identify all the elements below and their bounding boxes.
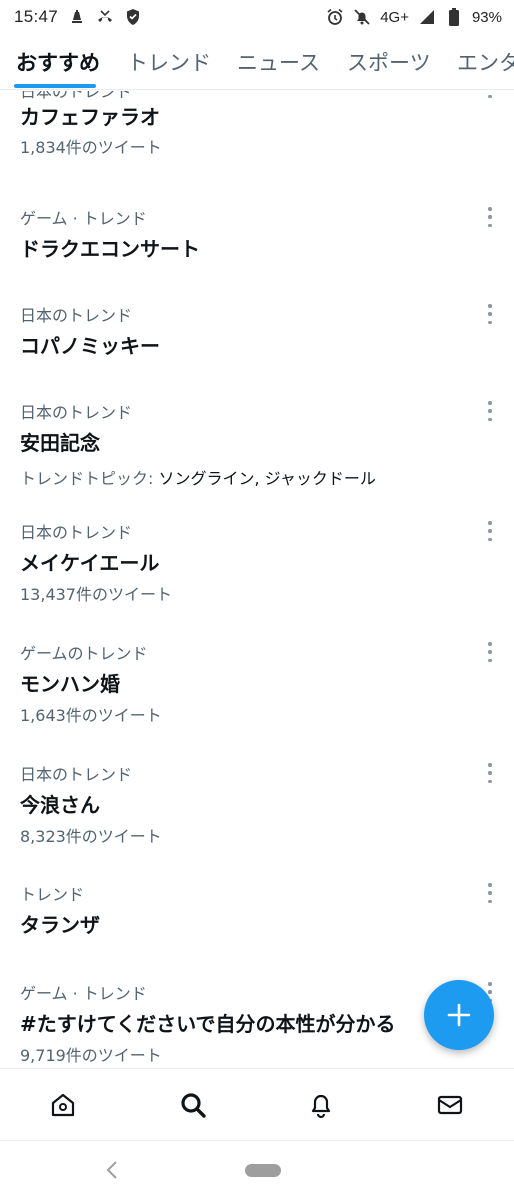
trend-title: メイケイエール [20, 551, 160, 575]
battery-icon [445, 8, 463, 26]
tweet-count: 1,834件のツイート [20, 138, 162, 157]
shield-icon [124, 8, 142, 26]
trend-item[interactable]: 日本のトレンド コパノミッキー [0, 302, 514, 400]
notification-icon [68, 8, 86, 26]
explore-tabs: おすすめ トレンド ニュース スポーツ エンタ [0, 34, 514, 90]
trend-item[interactable]: 日本のトレンド カフェファラオ 1,834件のツイート [0, 91, 514, 178]
battery-level: 93% [471, 8, 502, 26]
trend-category: ゲーム · トレンド [20, 209, 147, 228]
status-bar: 15:47 4G+ 93% [0, 0, 514, 34]
more-options-icon[interactable] [486, 207, 494, 227]
trend-title: タランザ [20, 913, 100, 937]
tab-trends[interactable]: トレンド [127, 47, 211, 77]
trend-title: ドラクエコンサート [20, 237, 200, 261]
trend-topics-value: ソングライン, ジャックドール [158, 469, 376, 488]
trend-title: #たすけてくださいで自分の本性が分かる [20, 1012, 396, 1036]
bottom-nav [0, 1068, 514, 1140]
trend-category: トレンド [20, 885, 85, 904]
nav-messages-button[interactable] [432, 1087, 468, 1123]
nav-search-button[interactable] [175, 1087, 211, 1123]
tab-news[interactable]: ニュース [237, 47, 320, 77]
tab-sports[interactable]: スポーツ [347, 47, 431, 77]
trend-item[interactable]: 日本のトレンド 安田記念 トレンドトピック: ソングライン, ジャックドール [0, 399, 514, 511]
signal-icon [418, 8, 436, 26]
network-type: 4G+ [380, 8, 409, 26]
trend-topics-label: トレンドトピック: [20, 469, 159, 488]
trend-category: 日本のトレンド [20, 523, 133, 542]
back-chevron-icon [106, 1161, 117, 1179]
search-icon [181, 1093, 206, 1118]
tweet-count: 1,643件のツイート [20, 706, 162, 725]
mute-icon [353, 8, 371, 26]
more-options-icon[interactable] [486, 91, 494, 98]
trend-title: コパノミッキー [20, 334, 160, 358]
trend-item[interactable]: 日本のトレンド メイケイエール 13,437件のツイート [0, 519, 514, 629]
trend-category: 日本のトレンド [20, 403, 133, 422]
trend-item[interactable]: ゲーム · トレンド ドラクエコンサート [0, 205, 514, 303]
system-nav-bar [0, 1140, 514, 1199]
mail-icon [437, 1095, 463, 1115]
trend-list: 日本のトレンド カフェファラオ 1,834件のツイート ゲーム · トレンド ド… [0, 91, 514, 1068]
missed-call-icon [96, 8, 114, 26]
active-tab-indicator [14, 84, 96, 88]
home-icon [51, 1093, 75, 1117]
trend-category: 日本のトレンド [20, 765, 133, 784]
more-options-icon[interactable] [486, 883, 494, 903]
trend-title: 今浪さん [20, 793, 100, 817]
bell-icon [311, 1094, 331, 1119]
tweet-count: 9,719件のツイート [20, 1046, 162, 1065]
compose-tweet-button[interactable] [424, 980, 494, 1050]
alarm-icon [326, 8, 344, 26]
more-options-icon[interactable] [486, 763, 494, 783]
system-back-button[interactable] [100, 1158, 124, 1182]
status-time: 15:47 [14, 7, 59, 26]
tab-entertainment[interactable]: エンタ [457, 47, 514, 77]
trend-title: カフェファラオ [20, 105, 160, 129]
trend-title: 安田記念 [20, 431, 100, 455]
plus-icon [447, 1003, 471, 1027]
trend-category: ゲームのトレンド [20, 644, 148, 663]
tweet-count: 13,437件のツイート [20, 585, 172, 604]
more-options-icon[interactable] [486, 521, 494, 541]
tweet-count: 8,323件のツイート [20, 827, 162, 846]
trend-category: ゲーム · トレンド [20, 984, 147, 1003]
more-options-icon[interactable] [486, 642, 494, 662]
more-options-icon[interactable] [486, 304, 494, 324]
trend-item[interactable]: トレンド タランザ [0, 881, 514, 976]
nav-home-button[interactable] [45, 1087, 81, 1123]
more-options-icon[interactable] [486, 401, 494, 421]
trend-category: 日本のトレンド [20, 306, 133, 325]
trend-topics: トレンドトピック: ソングライン, ジャックドール [20, 465, 376, 489]
tab-recommended[interactable]: おすすめ [16, 47, 100, 77]
trend-item[interactable]: ゲームのトレンド モンハン婚 1,643件のツイート [0, 640, 514, 750]
trend-title: モンハン婚 [20, 672, 120, 696]
system-home-pill[interactable] [245, 1164, 281, 1177]
nav-notifications-button[interactable] [303, 1087, 339, 1123]
trend-item[interactable]: 日本のトレンド 今浪さん 8,323件のツイート [0, 761, 514, 871]
